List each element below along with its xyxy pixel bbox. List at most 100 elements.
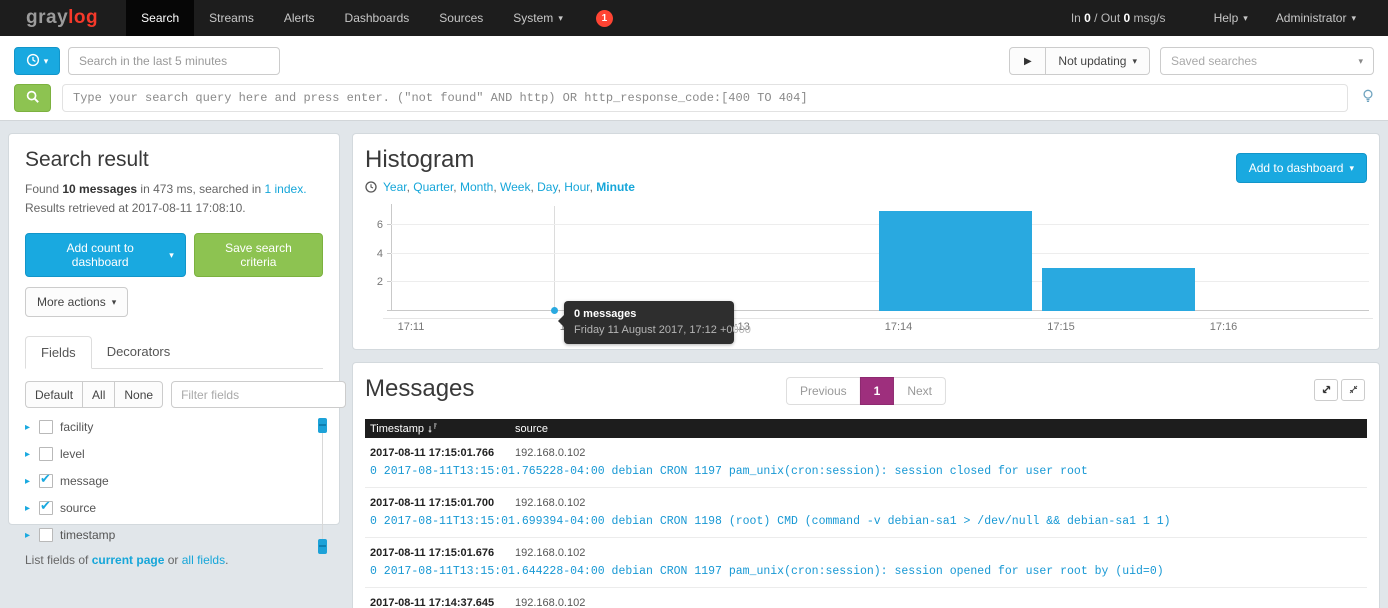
field-filter-buttons: DefaultAllNone (25, 381, 163, 408)
nav-item-search[interactable]: Search (126, 0, 194, 36)
row-timestamp: 2017-08-11 17:15:01.676 (365, 547, 515, 559)
field-checkbox-level[interactable] (39, 447, 53, 461)
tab-decorators[interactable]: Decorators (92, 336, 186, 369)
clock-icon (365, 181, 377, 193)
nav-item-streams[interactable]: Streams (194, 0, 269, 36)
notification-badge[interactable]: 1 (596, 10, 613, 27)
pagination-previous-button[interactable]: Previous (786, 377, 860, 405)
row-source: 192.168.0.102 (515, 497, 585, 509)
histogram-bar[interactable] (879, 211, 1032, 311)
tooltip-value: 0 messages (574, 308, 724, 320)
add-to-dashboard-button[interactable]: Add to dashboard▾ (1236, 153, 1367, 183)
chevron-right-icon[interactable]: ▸ (25, 422, 39, 433)
pagination-page-1-button[interactable]: 1 (860, 377, 895, 405)
field-checkbox-message[interactable] (39, 474, 53, 488)
chevron-down-icon: ▾ (112, 297, 117, 308)
lightbulb-icon[interactable] (1362, 89, 1374, 107)
top-navbar: graylog SearchStreamsAlertsDashboardsSou… (0, 0, 1388, 36)
histogram-plot[interactable]: 246 (391, 206, 1369, 311)
hover-point (551, 307, 558, 314)
index-link[interactable]: 1 index. (265, 182, 307, 196)
user-menu[interactable]: Administrator▾ (1262, 11, 1370, 25)
search-submit-button[interactable] (14, 84, 51, 112)
table-row[interactable]: 2017-08-11 17:14:37.645192.168.0.1020 20… (365, 588, 1367, 608)
field-row-timestamp: ▸timestamp (25, 526, 323, 544)
scrollbar-handle-bottom[interactable] (318, 539, 327, 554)
chevron-down-icon: ▾ (44, 56, 49, 67)
table-row[interactable]: 2017-08-11 17:15:01.766192.168.0.1020 20… (365, 438, 1367, 488)
resolution-day[interactable]: Day (537, 180, 557, 194)
clock-icon (26, 53, 40, 70)
help-menu[interactable]: Help▾ (1200, 11, 1262, 25)
saved-searches-select[interactable]: Saved searches▾ (1160, 47, 1374, 75)
compress-table-button[interactable] (1341, 379, 1365, 401)
field-checkbox-source[interactable] (39, 501, 53, 515)
chevron-right-icon[interactable]: ▸ (25, 476, 39, 487)
pagination: Previous 1 Next (786, 377, 946, 405)
chevron-right-icon[interactable]: ▸ (25, 503, 39, 514)
search-query-input[interactable] (62, 84, 1348, 112)
refresh-controls: ▶ Not updating▾ (1009, 47, 1150, 75)
nav-item-dashboards[interactable]: Dashboards (330, 0, 425, 36)
sidebar-title: Search result (25, 148, 323, 172)
scrollbar-handle-top[interactable] (318, 418, 327, 433)
field-checkbox-timestamp[interactable] (39, 528, 53, 542)
fields-none-button[interactable]: None (114, 381, 163, 408)
resolution-year[interactable]: Year (383, 180, 407, 194)
refresh-interval-button[interactable]: Not updating▾ (1046, 47, 1150, 75)
tab-fields[interactable]: Fields (25, 336, 92, 369)
row-message[interactable]: 0 2017-08-11T13:15:01.765228-04:00 debia… (365, 465, 1367, 478)
tooltip-date: Friday 11 August 2017, 17:12 +0000 (574, 324, 724, 336)
sidebar-tabs: FieldsDecorators (25, 335, 323, 369)
resolution-week[interactable]: Week (500, 180, 530, 194)
time-range-input[interactable] (68, 47, 280, 75)
table-row[interactable]: 2017-08-11 17:15:01.700192.168.0.1020 20… (365, 488, 1367, 538)
graylog-logo[interactable]: graylog (0, 0, 126, 36)
field-list-scrollbar[interactable] (318, 418, 327, 554)
y-tick (387, 253, 391, 254)
sort-icon[interactable] (428, 423, 437, 434)
chevron-right-icon[interactable]: ▸ (25, 530, 39, 541)
add-count-to-dashboard-button[interactable]: Add count to dashboard▾ (25, 233, 186, 277)
fields-default-button[interactable]: Default (25, 381, 82, 408)
nav-item-label: System (513, 11, 553, 25)
expand-table-button[interactable] (1314, 379, 1338, 401)
chevron-down-icon: ▾ (1349, 163, 1354, 174)
table-row[interactable]: 2017-08-11 17:15:01.676192.168.0.1020 20… (365, 538, 1367, 588)
nav-item-system[interactable]: System▾ (498, 0, 578, 36)
nav-item-sources[interactable]: Sources (424, 0, 498, 36)
resolution-hour[interactable]: Hour (564, 180, 589, 194)
current-page-link[interactable]: current page (92, 553, 165, 567)
chevron-right-icon[interactable]: ▸ (25, 449, 39, 460)
logo-text-gray: gray (26, 7, 68, 29)
time-range-button[interactable]: ▾ (14, 47, 60, 75)
row-source: 192.168.0.102 (515, 597, 585, 608)
y-tick (387, 281, 391, 282)
histogram-bar[interactable] (1042, 268, 1195, 311)
more-actions-button[interactable]: More actions▾ (25, 287, 128, 317)
all-fields-link[interactable]: all fields (182, 553, 225, 567)
source-column-header[interactable]: source (515, 423, 548, 435)
histogram-title: Histogram (365, 146, 1367, 174)
field-checkbox-facility[interactable] (39, 420, 53, 434)
pagination-next-button[interactable]: Next (894, 377, 946, 405)
resolution-month[interactable]: Month (460, 180, 493, 194)
logo-text-log: log (68, 7, 98, 29)
fields-all-button[interactable]: All (82, 381, 114, 408)
y-axis-line (391, 204, 392, 311)
row-message[interactable]: 0 2017-08-11T13:15:01.644228-04:00 debia… (365, 565, 1367, 578)
timestamp-column-header[interactable]: Timestamp (365, 423, 515, 435)
filter-fields-input[interactable] (171, 381, 346, 408)
resolution-minute[interactable]: Minute (596, 180, 635, 194)
x-tick-label: 17:16 (1210, 321, 1238, 333)
nav-item-alerts[interactable]: Alerts (269, 0, 330, 36)
search-result-sidebar: Search result Found 10 messages in 473 m… (8, 133, 340, 525)
x-tick-label: 17:14 (885, 321, 913, 333)
row-message[interactable]: 0 2017-08-11T13:15:01.699394-04:00 debia… (365, 515, 1367, 528)
x-baseline (387, 310, 1369, 311)
resolution-quarter[interactable]: Quarter (413, 180, 453, 194)
x-axis-line (383, 318, 1373, 319)
save-search-criteria-button[interactable]: Save search criteria (194, 233, 323, 277)
x-tick-label: 17:11 (398, 321, 425, 333)
play-button[interactable]: ▶ (1009, 47, 1046, 75)
